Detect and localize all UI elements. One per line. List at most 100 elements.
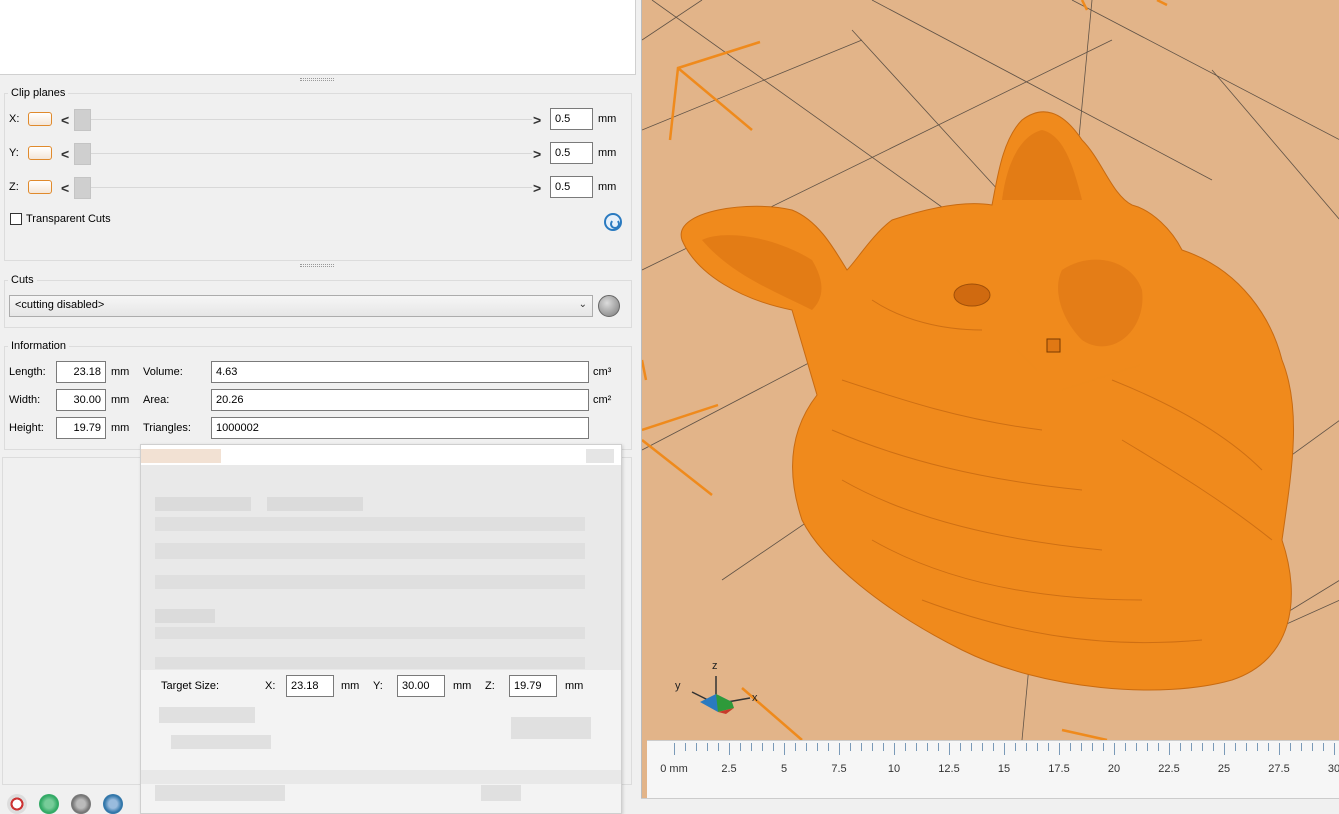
ruler-tick — [1059, 743, 1060, 755]
length-unit: mm — [111, 366, 130, 378]
blur-row — [155, 627, 585, 639]
clip-planes-title: Clip planes — [8, 87, 69, 99]
ruler-tick — [1114, 743, 1115, 755]
ruler-tick — [1026, 743, 1027, 751]
volume-label: Volume: — [143, 366, 183, 378]
ruler-tick — [1070, 743, 1071, 751]
ruler-tick — [795, 743, 796, 751]
ruler-tick — [1191, 743, 1192, 751]
blur-row — [141, 770, 621, 784]
clip-z-left-arrow-icon[interactable]: < — [61, 181, 69, 195]
clip-z-toggle-button[interactable] — [28, 180, 52, 194]
clip-y-right-arrow-icon[interactable]: > — [533, 147, 541, 161]
ruler-tick — [1169, 743, 1170, 755]
reset-clip-icon[interactable] — [604, 213, 622, 231]
ruler-tick — [806, 743, 807, 751]
clip-z-label: Z: — [9, 181, 19, 193]
target-y-field[interactable]: 30.00 — [397, 675, 445, 697]
clip-y-slider-thumb[interactable] — [74, 143, 91, 165]
blur-row — [159, 707, 255, 723]
popup-title-blur — [141, 449, 221, 463]
gizmo-handle-icon[interactable] — [1046, 338, 1061, 353]
clip-z-unit: mm — [598, 181, 617, 193]
3d-viewport[interactable]: z x y — [641, 0, 1339, 814]
clip-x-right-arrow-icon[interactable]: > — [533, 113, 541, 127]
target-x-field[interactable]: 23.18 — [286, 675, 334, 697]
area-unit: cm² — [593, 394, 612, 406]
ruler-tick — [960, 743, 961, 751]
ruler-label: 5 — [780, 763, 788, 775]
width-unit: mm — [111, 394, 130, 406]
target-y-label: Y: — [373, 680, 383, 692]
ruler-tick — [982, 743, 983, 751]
clip-y-left-arrow-icon[interactable]: < — [61, 147, 69, 161]
ruler-tick — [784, 743, 785, 755]
ruler-tick — [1334, 743, 1335, 755]
target-x-unit: mm — [341, 680, 360, 692]
clip-y-toggle-button[interactable] — [28, 146, 52, 160]
length-field: 23.18 — [56, 361, 106, 383]
clip-x-toggle-button[interactable] — [28, 112, 52, 126]
width-field: 30.00 — [56, 389, 106, 411]
clip-x-slider-thumb[interactable] — [74, 109, 91, 131]
viewport-canvas — [642, 0, 1339, 742]
cuts-title: Cuts — [8, 274, 37, 286]
clip-z-slider-track[interactable] — [74, 187, 532, 188]
clip-y-value-field[interactable]: 0.5 — [550, 142, 593, 164]
target-z-label: Z: — [485, 680, 495, 692]
splitter-handle-2[interactable] — [300, 264, 334, 267]
blur-button — [511, 717, 591, 739]
ruler-tick — [674, 743, 675, 755]
ruler-tick — [883, 743, 884, 751]
ruler-tick — [905, 743, 906, 751]
ruler-tick — [740, 743, 741, 751]
ruler-tick — [850, 743, 851, 751]
bottom-toolbar — [5, 792, 145, 814]
area-label: Area: — [143, 394, 170, 406]
target-z-field[interactable]: 19.79 — [509, 675, 557, 697]
splitter-handle[interactable] — [300, 78, 334, 81]
clip-z-value-field[interactable]: 0.5 — [550, 176, 593, 198]
blur-row — [155, 609, 215, 623]
clip-x-left-arrow-icon[interactable]: < — [61, 113, 69, 127]
cat-head-model[interactable] — [680, 111, 1295, 691]
information-title: Information — [8, 340, 70, 352]
clip-x-label: X: — [9, 113, 20, 125]
model-list-area[interactable] — [0, 0, 636, 75]
clip-z-right-arrow-icon[interactable]: > — [533, 181, 541, 195]
ruler-tick — [1312, 743, 1313, 751]
blur-row — [171, 735, 271, 749]
ruler-tick — [773, 743, 774, 751]
ruler-tick — [949, 743, 950, 755]
ruler-tick — [1246, 743, 1247, 751]
add-icon[interactable] — [7, 794, 27, 814]
ruler-tick — [1092, 743, 1093, 751]
clip-x-value-field[interactable]: 0.5 — [550, 108, 593, 130]
repair-icon[interactable] — [39, 794, 59, 814]
target-x-label: X: — [265, 680, 276, 692]
clip-z-slider-thumb[interactable] — [74, 177, 91, 199]
ruler-tick — [1015, 743, 1016, 751]
ruler-tick — [916, 743, 917, 751]
ruler-tick — [971, 743, 972, 751]
link-icon[interactable] — [71, 794, 91, 814]
cuts-dropdown[interactable]: <cutting disabled> ⌄ — [9, 295, 593, 317]
ruler-tick — [1235, 743, 1236, 751]
blur-row — [155, 785, 285, 801]
ruler-tick — [1290, 743, 1291, 751]
axis-z-label: z — [712, 660, 718, 672]
status-bar — [641, 798, 1339, 814]
ruler-label: 30 — [1327, 763, 1339, 775]
ruler-label: 22.5 — [1158, 763, 1180, 775]
height-field: 19.79 — [56, 417, 106, 439]
ruler-tick — [1081, 743, 1082, 751]
ruler-tick — [1323, 743, 1324, 751]
transparent-cuts-checkbox[interactable] — [10, 213, 22, 225]
sync-icon[interactable] — [103, 794, 123, 814]
ruler-tick — [839, 743, 840, 755]
clip-x-slider-track[interactable] — [74, 119, 532, 120]
cut-tool-icon[interactable] — [598, 295, 620, 317]
chevron-down-icon: ⌄ — [578, 299, 587, 310]
clip-y-slider-track[interactable] — [74, 153, 532, 154]
ruler-tick — [1125, 743, 1126, 751]
